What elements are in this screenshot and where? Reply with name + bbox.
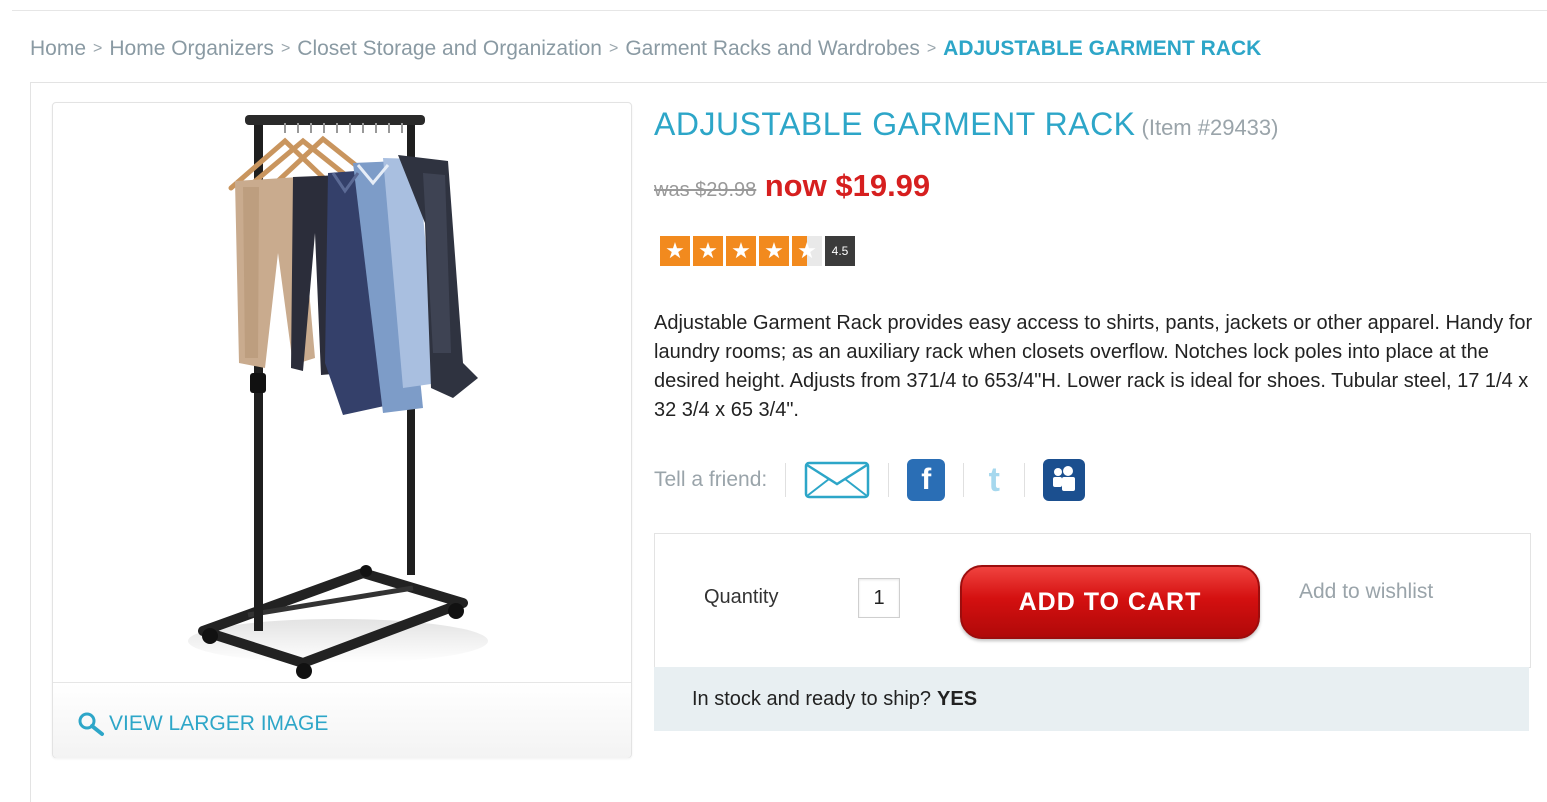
top-divider (12, 10, 1547, 11)
facebook-share-button[interactable]: f (907, 459, 946, 501)
stock-value: YES (937, 687, 978, 710)
email-share-button[interactable] (804, 460, 870, 500)
share-row: Tell a friend: f t (654, 455, 1086, 505)
breadcrumb-home-organizers[interactable]: Home Organizers (109, 37, 274, 61)
facebook-icon: f (907, 459, 946, 501)
product-title: ADJUSTABLE GARMENT RACK (Item #29433) (654, 106, 1278, 143)
star-icon: ★ (726, 236, 756, 266)
magnifier-icon (78, 712, 104, 736)
was-price: was $29.98 (654, 179, 757, 201)
image-footer: VIEW LARGER IMAGE (53, 682, 631, 758)
email-icon (804, 461, 870, 499)
price-row: was $29.98 now $19.99 (654, 168, 930, 204)
twitter-share-button[interactable]: t (982, 461, 1006, 500)
star-icon: ★ (660, 236, 690, 266)
share-divider (888, 463, 890, 497)
breadcrumb-closet-storage[interactable]: Closet Storage and Organization (297, 37, 602, 61)
breadcrumb-separator: > (926, 40, 937, 57)
item-number: (Item #29433) (1141, 115, 1279, 140)
stock-label: In stock and ready to ship? (692, 687, 932, 710)
breadcrumb-current: ADJUSTABLE GARMENT RACK (943, 37, 1262, 60)
add-to-cart-box: Quantity ADD TO CART Add to wishlist (654, 533, 1531, 668)
share-divider (1024, 463, 1026, 497)
breadcrumb-garment-racks[interactable]: Garment Racks and Wardrobes (625, 37, 920, 61)
product-image-panel: VIEW LARGER IMAGE (52, 102, 632, 758)
breadcrumb: Home > Home Organizers > Closet Storage … (30, 35, 1261, 63)
tell-a-friend-label: Tell a friend: (654, 468, 768, 491)
myspace-glyph (1053, 466, 1076, 491)
view-larger-image-label: VIEW LARGER IMAGE (109, 712, 329, 735)
star-rating: ★ ★ ★ ★ ★ 4.5 (660, 236, 855, 266)
twitter-icon: t (988, 460, 1000, 499)
view-larger-image-link[interactable]: VIEW LARGER IMAGE (77, 711, 328, 737)
myspace-icon (1043, 459, 1086, 501)
add-to-cart-button[interactable]: ADD TO CART (960, 565, 1260, 639)
star-icon: ★ (759, 236, 789, 266)
star-icon: ★ (693, 236, 723, 266)
rating-value: 4.5 (825, 236, 855, 266)
share-divider (785, 463, 787, 497)
breadcrumb-home[interactable]: Home (30, 37, 86, 61)
breadcrumb-separator: > (93, 40, 103, 57)
half-star-icon: ★ (792, 236, 822, 266)
breadcrumb-separator: > (608, 40, 619, 57)
quantity-input[interactable] (858, 578, 900, 618)
share-divider (963, 463, 965, 497)
stock-status-bar: In stock and ready to ship? YES (654, 667, 1529, 731)
garment-rack-illustration (188, 115, 488, 679)
breadcrumb-separator: > (280, 40, 291, 57)
product-title-text: ADJUSTABLE GARMENT RACK (654, 106, 1136, 142)
add-to-wishlist-link[interactable]: Add to wishlist (1299, 580, 1433, 604)
now-price: now $19.99 (764, 168, 931, 203)
product-page: Home > Home Organizers > Closet Storage … (0, 0, 1547, 802)
product-image[interactable] (53, 103, 631, 681)
quantity-label: Quantity (704, 586, 779, 608)
product-description: Adjustable Garment Rack provides easy ac… (654, 312, 1533, 421)
myspace-share-button[interactable] (1043, 459, 1086, 501)
